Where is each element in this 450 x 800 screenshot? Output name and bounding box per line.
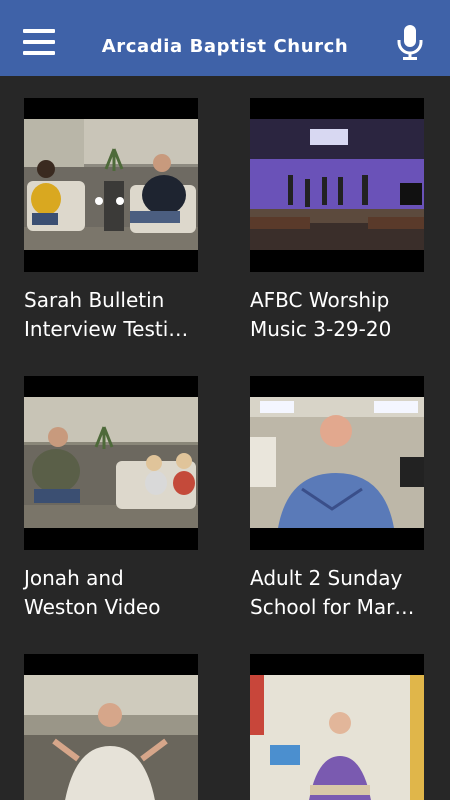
video-grid: Sarah Bulletin Interview Testi… AFBC Wor… [0, 76, 450, 800]
video-thumbnail [250, 98, 424, 272]
video-thumbnail [24, 98, 198, 272]
app-header: Arcadia Baptist Church [0, 0, 450, 76]
video-thumbnail [250, 376, 424, 550]
video-thumbnail [24, 376, 198, 550]
video-title: AFBC Worship Music 3-29-20 [250, 288, 392, 341]
video-thumbnail [250, 654, 424, 800]
video-title: Sarah Bulletin Interview Testi… [24, 288, 189, 341]
microphone-icon[interactable] [396, 24, 424, 62]
video-title: Jonah and Weston Video [24, 566, 161, 619]
app-title: Arcadia Baptist Church [101, 36, 349, 57]
video-thumbnail [24, 654, 198, 800]
video-title: Adult 2 Sunday School for Mar… [250, 566, 415, 619]
